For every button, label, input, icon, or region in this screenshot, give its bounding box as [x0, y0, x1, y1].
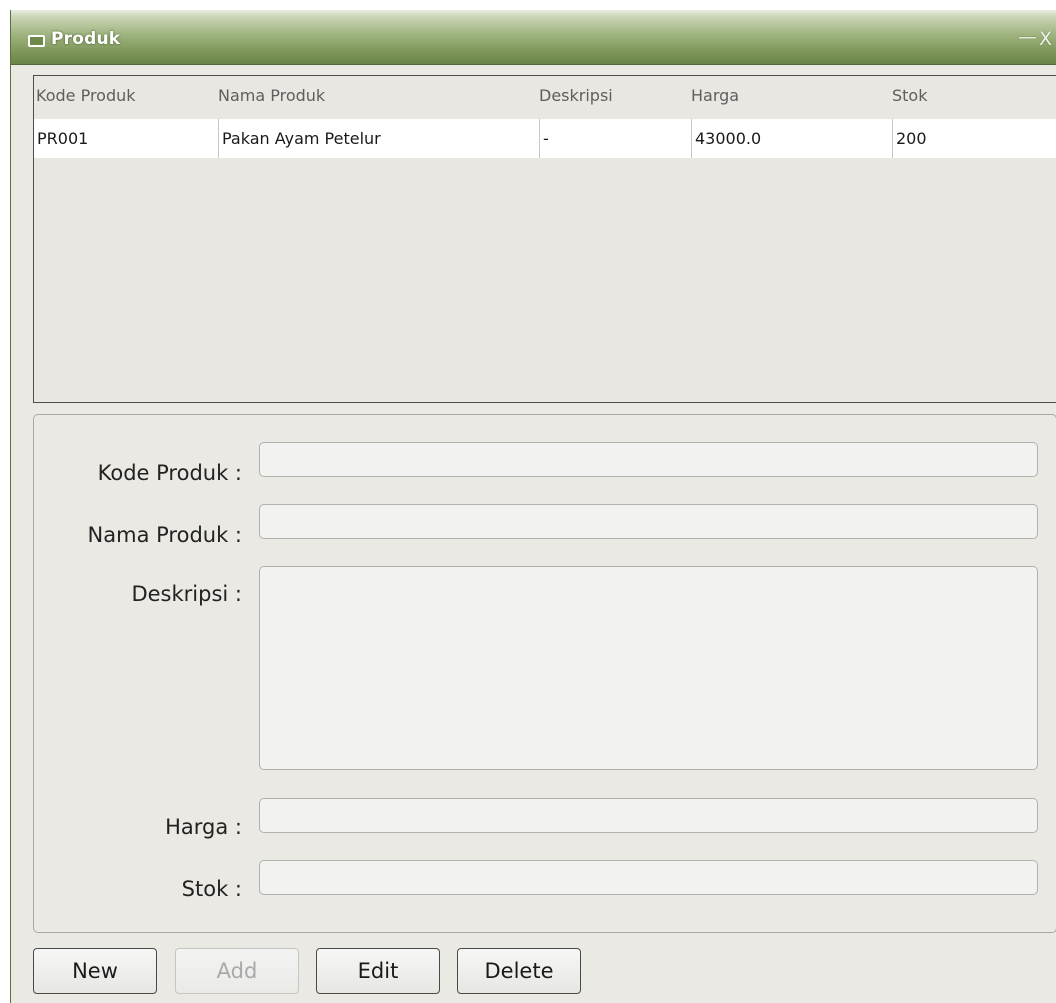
title-bar[interactable]: Produk — X [11, 10, 1056, 65]
cell-kode-produk: PR001 [37, 129, 89, 148]
harga-label: Harga : [165, 815, 242, 839]
produk-form: Kode Produk : Nama Produk : Deskripsi : … [33, 414, 1056, 933]
nama-produk-label: Nama Produk : [87, 523, 242, 547]
edit-button[interactable]: Edit [316, 948, 440, 994]
stok-label: Stok : [181, 877, 242, 901]
column-header-deskripsi[interactable]: Deskripsi [539, 86, 613, 105]
kode-produk-input[interactable] [259, 442, 1038, 477]
column-header-kode-produk[interactable]: Kode Produk [36, 86, 136, 105]
deskripsi-label: Deskripsi : [131, 582, 242, 606]
add-button[interactable]: Add [175, 948, 299, 994]
column-header-harga[interactable]: Harga [691, 86, 739, 105]
table-row[interactable]: PR001 Pakan Ayam Petelur - 43000.0 200 [34, 119, 1056, 158]
column-header-stok[interactable]: Stok [892, 86, 927, 105]
minimize-button[interactable]: — [1018, 26, 1037, 48]
window-icon [28, 35, 45, 47]
window-title: Produk [51, 29, 121, 49]
deskripsi-textarea[interactable] [259, 566, 1038, 770]
cell-deskripsi: - [539, 119, 691, 158]
delete-button[interactable]: Delete [457, 948, 581, 994]
new-button[interactable]: New [33, 948, 157, 994]
column-header-nama-produk[interactable]: Nama Produk [218, 86, 325, 105]
cell-harga: 43000.0 [691, 119, 892, 158]
nama-produk-input[interactable] [259, 504, 1038, 539]
close-button[interactable]: X [1039, 28, 1052, 50]
stok-input[interactable] [259, 860, 1038, 895]
produk-window: Produk — X Kode Produk Nama Produk Deskr… [10, 10, 1056, 1003]
kode-produk-label: Kode Produk : [97, 461, 242, 485]
cell-stok: 200 [892, 119, 1056, 158]
harga-input[interactable] [259, 798, 1038, 833]
table-header: Kode Produk Nama Produk Deskripsi Harga … [34, 76, 1056, 119]
produk-table[interactable]: Kode Produk Nama Produk Deskripsi Harga … [33, 75, 1056, 403]
cell-nama-produk: Pakan Ayam Petelur [218, 119, 539, 158]
